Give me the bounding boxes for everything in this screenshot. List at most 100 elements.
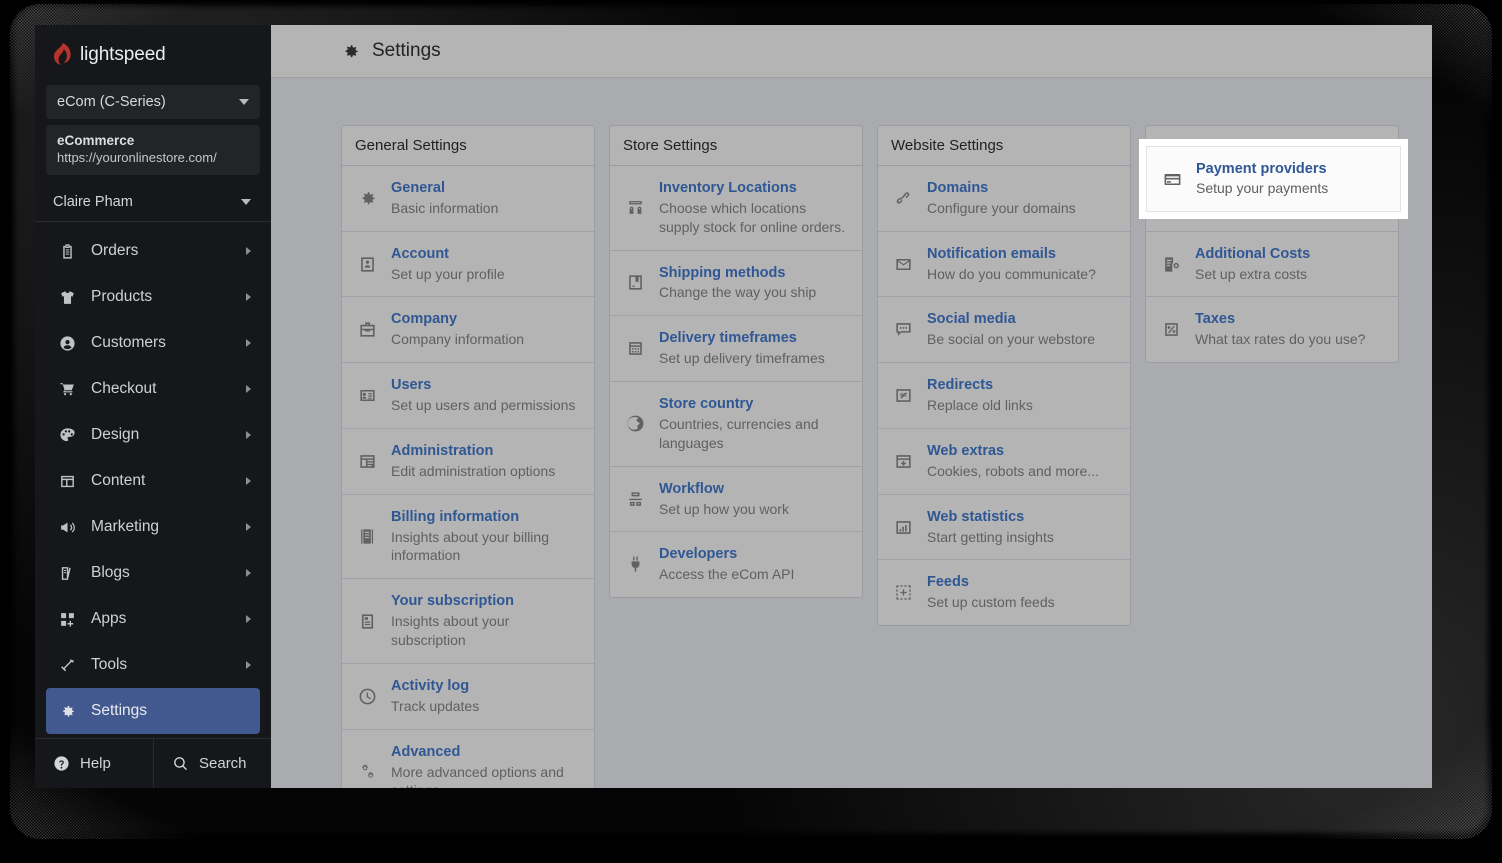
- sidebar-item-apps[interactable]: Apps: [46, 596, 260, 642]
- settings-row-taxes[interactable]: TaxesWhat tax rates do you use?: [1146, 297, 1398, 362]
- settings-row-workflow[interactable]: WorkflowSet up how you work: [610, 467, 862, 533]
- settings-row-general[interactable]: GeneralBasic information: [342, 166, 594, 232]
- calendar-icon: [626, 339, 645, 358]
- settings-row-title: Taxes: [1195, 310, 1365, 329]
- dashed-plus-icon: [894, 583, 913, 602]
- settings-row-subtitle: Edit administration options: [391, 462, 555, 481]
- settings-row-domains[interactable]: DomainsConfigure your domains: [878, 166, 1130, 232]
- invoice-icon: [358, 527, 377, 546]
- sidebar-item-orders[interactable]: Orders: [46, 228, 260, 274]
- settings-row-feeds[interactable]: FeedsSet up custom feeds: [878, 560, 1130, 625]
- gear-icon: [341, 42, 360, 61]
- settings-row-title: Your subscription: [391, 592, 581, 611]
- percent-icon: [1160, 319, 1182, 341]
- sidebar-item-label: Checkout: [91, 380, 246, 398]
- workflow-icon: [626, 490, 645, 509]
- sidebar-footer-help-button[interactable]: Help: [35, 739, 153, 788]
- help-circle-icon: [53, 755, 70, 772]
- tshirt-icon: [59, 289, 76, 306]
- settings-row-administration[interactable]: AdministrationEdit administration option…: [342, 429, 594, 495]
- settings-row-account[interactable]: AccountSet up your profile: [342, 232, 594, 298]
- chevron-right-icon: [246, 247, 251, 255]
- receipt-icon: [1162, 255, 1181, 274]
- sidebar-item-marketing[interactable]: Marketing: [46, 504, 260, 550]
- palette-icon: [57, 425, 77, 445]
- sidebar-item-checkout[interactable]: Checkout: [46, 366, 260, 412]
- sidebar-nav: Orders Products Customers Checkout DesignCon…: [35, 222, 271, 738]
- settings-row-subtitle: Company information: [391, 330, 524, 349]
- page-title: Settings: [372, 40, 441, 62]
- id-badge-icon: [356, 253, 378, 275]
- settings-row-title: Domains: [927, 179, 1076, 198]
- sidebar-footer-label: Help: [80, 755, 111, 772]
- settings-row-social-media[interactable]: Social mediaBe social on your webstore: [878, 297, 1130, 363]
- settings-row-title: Web extras: [927, 442, 1099, 461]
- main-area: Settings General SettingsGeneralBasic in…: [271, 25, 1432, 788]
- settings-row-title: Additional Costs: [1195, 245, 1310, 264]
- percent-icon: [1162, 320, 1181, 339]
- megaphone-icon: [57, 517, 77, 537]
- sidebar-item-content[interactable]: Content: [46, 458, 260, 504]
- settings-row-developers[interactable]: DevelopersAccess the eCom API: [610, 532, 862, 597]
- briefcase-icon: [358, 320, 377, 339]
- settings-row-billing-information[interactable]: Billing informationInsights about your b…: [342, 495, 594, 580]
- settings-row-subtitle: Configure your domains: [927, 199, 1076, 218]
- settings-row-subtitle: Countries, currencies and languages: [659, 415, 849, 453]
- settings-row-subtitle: Set up extra costs: [1195, 265, 1310, 284]
- settings-row-your-subscription[interactable]: Your subscriptionInsights about your sub…: [342, 579, 594, 664]
- settings-row-users[interactable]: UsersSet up users and permissions: [342, 363, 594, 429]
- sidebar-item-label: Products: [91, 288, 246, 306]
- sidebar-item-label: Tools: [91, 656, 246, 674]
- store-info-card[interactable]: eCommerce https://youronlinestore.com/: [46, 125, 260, 175]
- store-name: eCommerce: [57, 133, 249, 148]
- settings-row-web-extras[interactable]: Web extrasCookies, robots and more...: [878, 429, 1130, 495]
- sidebar-item-blogs[interactable]: Blogs: [46, 550, 260, 596]
- settings-row-title: Administration: [391, 442, 555, 461]
- sidebar-item-settings[interactable]: Settings: [46, 688, 260, 734]
- brand-logo[interactable]: lightspeed: [35, 25, 271, 79]
- settings-row-additional-costs[interactable]: Additional CostsSet up extra costs: [1146, 232, 1398, 298]
- cart-icon: [57, 379, 77, 399]
- settings-row-redirects[interactable]: RedirectsReplace old links: [878, 363, 1130, 429]
- sidebar-item-products[interactable]: Products: [46, 274, 260, 320]
- settings-row-store-country[interactable]: Store countryCountries, currencies and l…: [610, 382, 862, 467]
- settings-row-activity-log[interactable]: Activity logTrack updates: [342, 664, 594, 730]
- spotlight-row-subtitle: Setup your payments: [1196, 179, 1328, 198]
- cogs-icon: [356, 760, 378, 782]
- link-icon: [892, 187, 914, 209]
- settings-row-subtitle: Be social on your webstore: [927, 330, 1095, 349]
- invoice-icon: [356, 525, 378, 547]
- brand-name: lightspeed: [80, 44, 166, 66]
- settings-row-shipping-methods[interactable]: Shipping methodsChange the way you ship: [610, 251, 862, 317]
- id-badge-icon: [358, 255, 377, 274]
- column-header: General Settings: [342, 126, 594, 166]
- workflow-icon: [624, 488, 646, 510]
- settings-row-web-statistics[interactable]: Web statisticsStart getting insights: [878, 495, 1130, 561]
- settings-row-subtitle: More advanced options and settings: [391, 763, 581, 789]
- lightspeed-flame-icon: [51, 43, 71, 67]
- settings-row-title: Inventory Locations: [659, 179, 849, 198]
- settings-row-advanced[interactable]: AdvancedMore advanced options and settin…: [342, 730, 594, 788]
- sidebar-footer-search-button[interactable]: Search: [153, 739, 271, 788]
- settings-row-company[interactable]: CompanyCompany information: [342, 297, 594, 363]
- settings-row-title: Web statistics: [927, 508, 1054, 527]
- link-icon: [894, 189, 913, 208]
- settings-row-notification-emails[interactable]: Notification emailsHow do you communicat…: [878, 232, 1130, 298]
- page-header: Settings: [271, 25, 1432, 78]
- sidebar-item-label: Apps: [91, 610, 246, 628]
- settings-row-subtitle: Start getting insights: [927, 528, 1054, 547]
- user-menu[interactable]: Claire Pham: [35, 185, 271, 222]
- envelope-icon: [894, 255, 913, 274]
- settings-row-delivery-timeframes[interactable]: Delivery timeframesSet up delivery timef…: [610, 316, 862, 382]
- settings-row-inventory-locations[interactable]: Inventory LocationsChoose which location…: [610, 166, 862, 251]
- store-selector[interactable]: eCom (C-Series): [46, 85, 260, 119]
- sidebar-item-tools[interactable]: Tools: [46, 642, 260, 688]
- highlighted-payment-providers-row[interactable]: Payment providers Setup your payments: [1146, 146, 1401, 212]
- sidebar: lightspeed eCom (C-Series) eCommerce htt…: [35, 25, 271, 788]
- credit-card-icon: [1161, 168, 1183, 190]
- chevron-down-icon: [239, 99, 249, 105]
- window-plus-icon: [894, 452, 913, 471]
- sidebar-item-design[interactable]: Design: [46, 412, 260, 458]
- sidebar-item-customers[interactable]: Customers: [46, 320, 260, 366]
- settings-row-title: Delivery timeframes: [659, 329, 825, 348]
